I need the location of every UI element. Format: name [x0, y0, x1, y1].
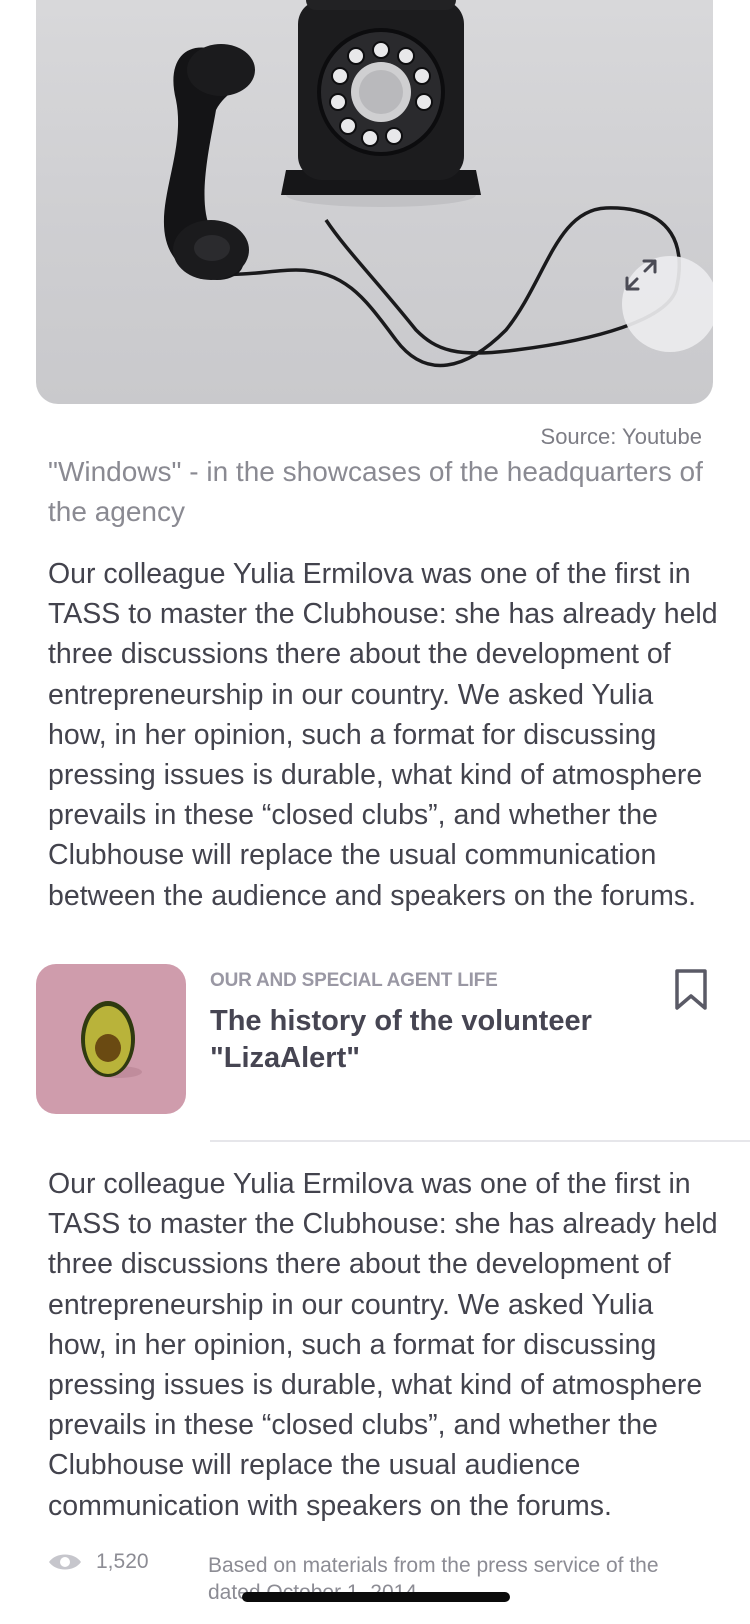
article-hero-image[interactable]: [36, 0, 713, 404]
expand-icon: [625, 259, 657, 291]
related-article-title[interactable]: The history of the volunteer "LizaAlert": [210, 1003, 620, 1077]
related-article-thumbnail[interactable]: [36, 964, 186, 1114]
views-count: 1,520: [96, 1550, 149, 1573]
avocado-image: [81, 1001, 142, 1078]
expand-image-button[interactable]: [622, 256, 713, 352]
related-article-category: OUR AND SPECIAL AGENT LIFE: [210, 970, 498, 991]
article-paragraph-1: Our colleague Yulia Ermilova was one of …: [48, 558, 718, 912]
eye-icon: [49, 1554, 81, 1570]
telephone-illustration: [163, 0, 681, 368]
article-paragraph-2: Our colleague Yulia Ermilova was one of …: [48, 1168, 718, 1522]
bookmark-icon: [675, 969, 707, 1010]
bookmark-button[interactable]: [674, 968, 708, 1012]
image-source-label: Source: Youtube: [540, 424, 702, 449]
views-counter: 1,520: [48, 1550, 149, 1574]
home-indicator[interactable]: [242, 1592, 510, 1602]
card-divider: [210, 1140, 750, 1142]
image-caption: "Windows" - in the showcases of the head…: [48, 456, 703, 527]
